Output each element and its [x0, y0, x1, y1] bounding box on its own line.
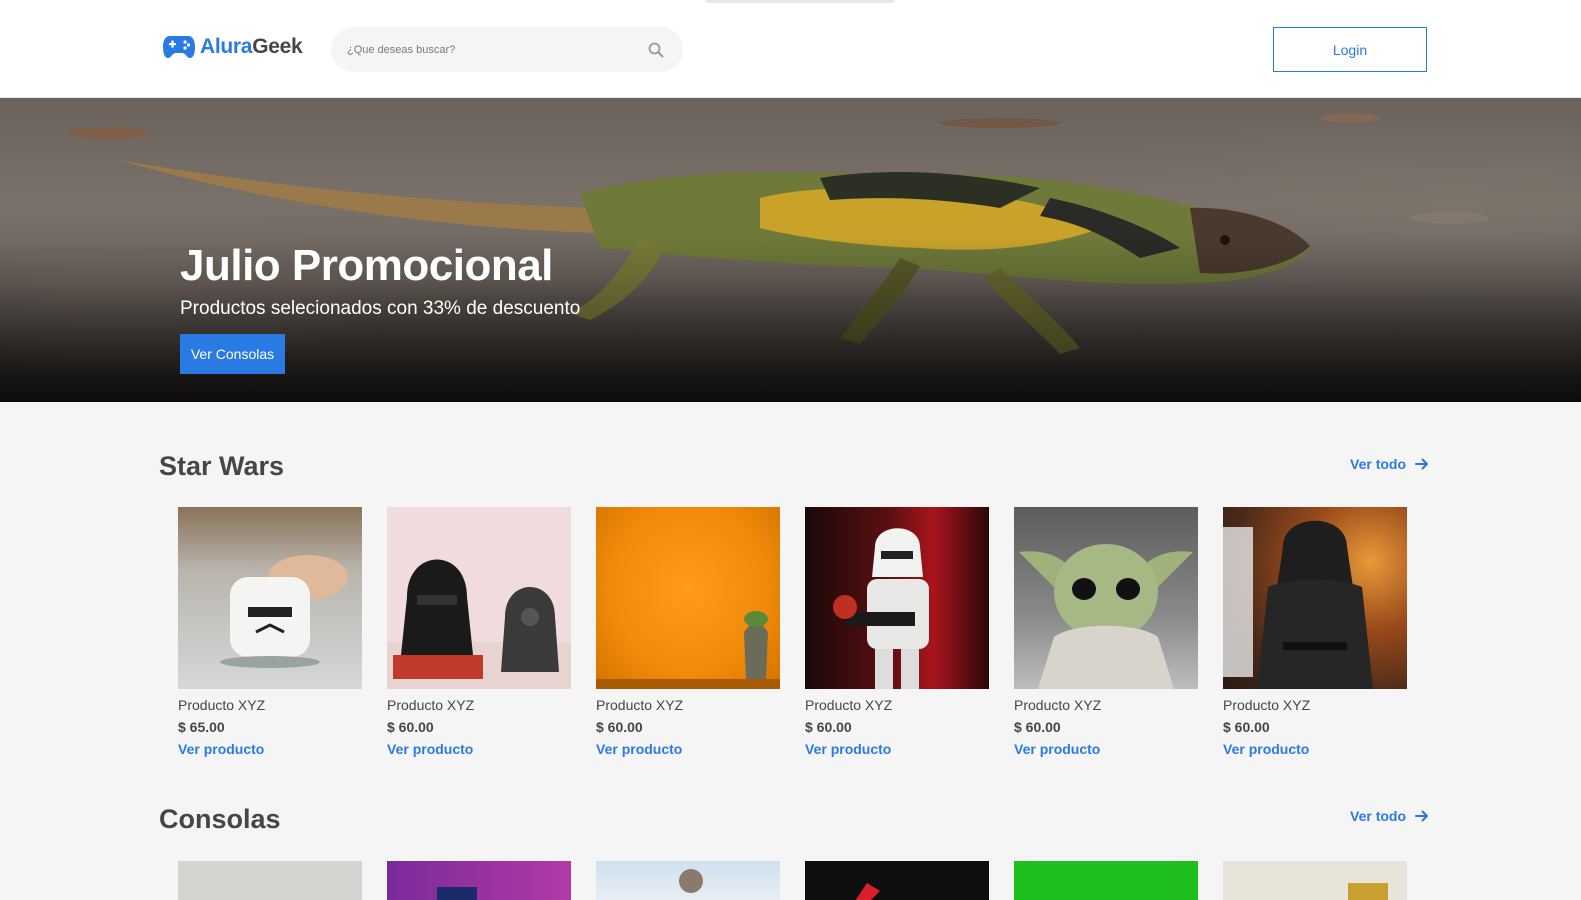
see-all-link-star-wars[interactable]: Ver todo [1350, 456, 1430, 472]
product-image[interactable] [1223, 507, 1407, 689]
stormtrooper-mug-image [220, 555, 348, 668]
product-name: Producto XYZ [387, 697, 475, 713]
product-image[interactable] [387, 861, 571, 900]
product-price: $ 60.00 [1014, 719, 1061, 735]
product-image[interactable] [596, 507, 780, 689]
view-product-link[interactable]: Ver producto [387, 741, 473, 757]
grogu-figure-image [1019, 544, 1193, 689]
product-image[interactable] [178, 507, 362, 689]
login-button[interactable]: Login [1273, 27, 1427, 72]
see-all-label: Ver todo [1350, 808, 1407, 824]
header-decoration [705, 0, 895, 3]
gamepad-icon [163, 36, 195, 58]
product-card[interactable]: Producto XYZ $ 60.00 Ver producto [1014, 507, 1198, 759]
search-icon[interactable] [647, 41, 665, 59]
console-image [437, 887, 477, 900]
product-image[interactable] [1014, 861, 1198, 900]
hero-title: Julio Promocional [180, 241, 553, 290]
product-image[interactable] [387, 507, 571, 689]
view-product-link[interactable]: Ver producto [1223, 741, 1309, 757]
section-title-star-wars: Star Wars [159, 451, 285, 481]
see-all-label: Ver todo [1350, 456, 1407, 472]
product-image[interactable] [805, 507, 989, 689]
product-image[interactable] [805, 861, 989, 900]
product-card[interactable]: Producto XYZ $ 60.00 Ver producto [1223, 507, 1407, 759]
view-product-link[interactable]: Ver producto [1014, 741, 1100, 757]
product-card[interactable]: Producto XYZ $ 60.00 Ver producto [805, 507, 989, 759]
product-image[interactable] [1014, 507, 1198, 689]
site-header: AluraGeek Login [0, 0, 1581, 98]
arrow-right-icon [1415, 810, 1429, 822]
arrow-right-icon [1415, 458, 1429, 470]
hero-subtitle: Productos selecionados con 33% de descue… [180, 298, 581, 319]
product-name: Producto XYZ [178, 697, 266, 713]
logo-text-alura: Alura [200, 35, 253, 58]
product-grid-consolas [178, 861, 1407, 900]
product-card[interactable]: Producto XYZ $ 60.00 Ver producto [596, 507, 780, 759]
product-price: $ 60.00 [805, 719, 852, 735]
product-image[interactable] [1223, 861, 1407, 900]
product-card[interactable]: Producto XYZ $ 60.00 Ver producto [387, 507, 571, 759]
ver-consolas-button[interactable]: Ver Consolas [180, 334, 285, 374]
console-image [1348, 883, 1388, 900]
search-bar [331, 27, 683, 72]
search-input[interactable] [347, 43, 647, 56]
logo-text: AluraGeek [200, 35, 303, 59]
product-price: $ 60.00 [1223, 719, 1270, 735]
product-name: Producto XYZ [1014, 697, 1102, 713]
lego-helmets-image [387, 559, 571, 689]
stormtrooper-figure-image [833, 528, 929, 689]
view-product-link[interactable]: Ver producto [596, 741, 682, 757]
see-all-link-consolas[interactable]: Ver todo [1350, 808, 1430, 824]
kylo-ren-figure-image [1223, 520, 1373, 689]
product-card[interactable]: Producto XYZ $ 65.00 Ver producto [178, 507, 362, 759]
hero-banner: Julio Promocional Productos selecionados… [0, 98, 1581, 402]
logo-text-geek: Geek [252, 35, 303, 58]
logo[interactable]: AluraGeek [162, 34, 303, 60]
view-product-link[interactable]: Ver producto [178, 741, 264, 757]
yoda-figure-image [596, 611, 780, 689]
view-product-link[interactable]: Ver producto [805, 741, 891, 757]
product-price: $ 60.00 [387, 719, 434, 735]
product-price: $ 65.00 [178, 719, 225, 735]
product-price: $ 60.00 [596, 719, 643, 735]
section-title-consolas: Consolas [159, 804, 281, 834]
product-name: Producto XYZ [596, 697, 684, 713]
product-grid-star-wars: Producto XYZ $ 65.00 Ver producto Produc… [178, 507, 1407, 759]
console-image [679, 869, 703, 893]
product-name: Producto XYZ [1223, 697, 1311, 713]
product-image[interactable] [178, 861, 362, 900]
product-name: Producto XYZ [805, 697, 893, 713]
console-image [855, 883, 880, 900]
product-image[interactable] [596, 861, 780, 900]
